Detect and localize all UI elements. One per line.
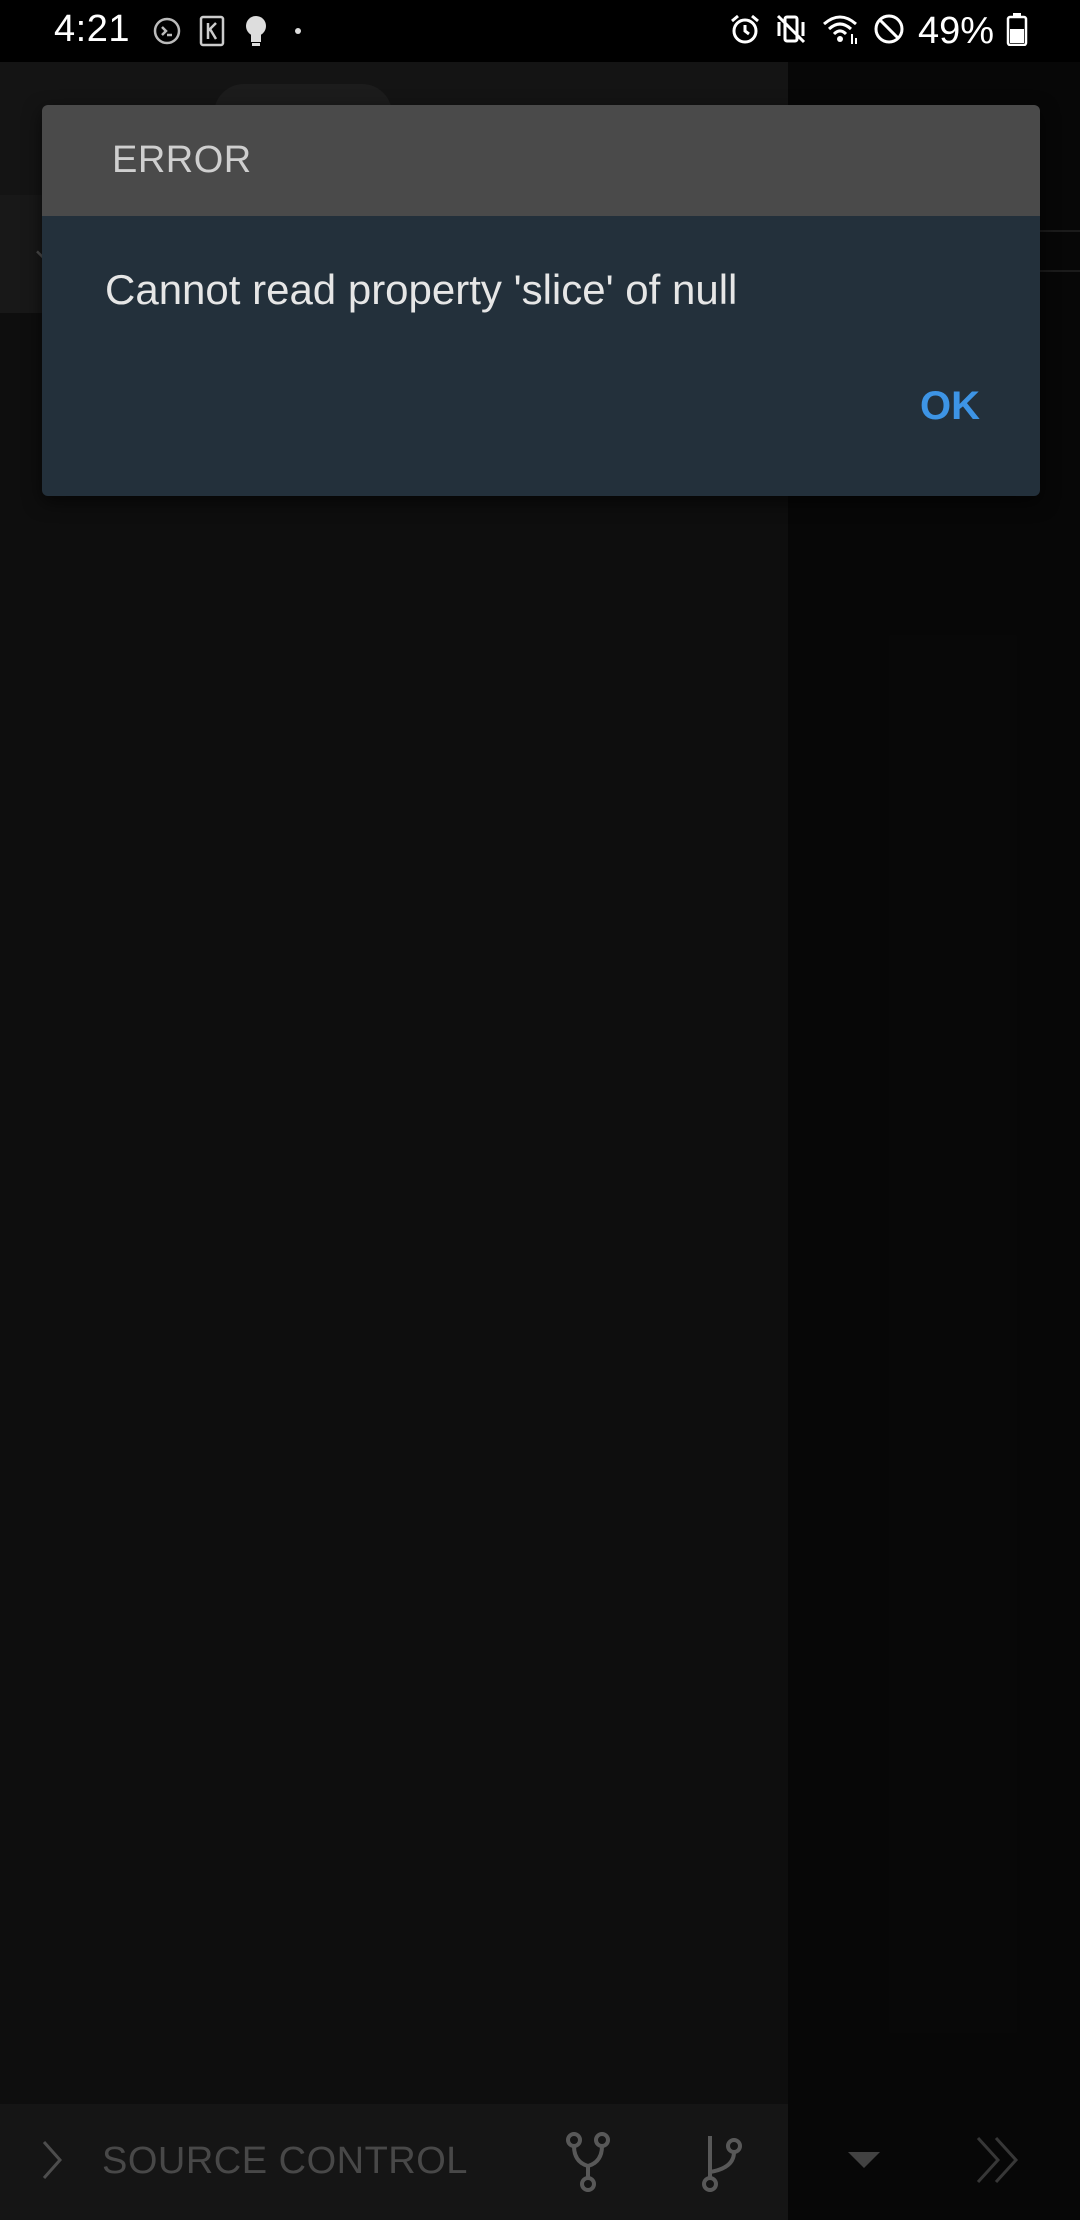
status-time: 4:21: [54, 8, 130, 50]
dialog-titlebar: ERROR: [42, 105, 1040, 216]
dialog-body: Cannot read property 'slice' of null OK: [42, 216, 1040, 496]
alarm-icon: [728, 12, 762, 51]
dot-icon: [286, 16, 310, 51]
vibrate-icon: [774, 12, 808, 51]
system-icons: 49%: [728, 10, 1028, 53]
error-dialog: ERROR Cannot read property 'slice' of nu…: [42, 105, 1040, 496]
ok-button[interactable]: OK: [920, 384, 980, 429]
battery-icon: [1006, 12, 1028, 51]
status-bar: 4:21 49%: [0, 0, 1080, 62]
dialog-title: ERROR: [112, 139, 252, 181]
dialog-message: Cannot read property 'slice' of null: [105, 266, 738, 313]
terminal-icon: [152, 16, 182, 51]
do-not-disturb-icon: [872, 12, 906, 51]
battery-percent: 49%: [917, 10, 994, 52]
kindle-icon: [198, 15, 226, 52]
wifi-icon: [820, 12, 860, 51]
notification-icons: [152, 14, 310, 53]
bulb-icon: [242, 14, 270, 53]
